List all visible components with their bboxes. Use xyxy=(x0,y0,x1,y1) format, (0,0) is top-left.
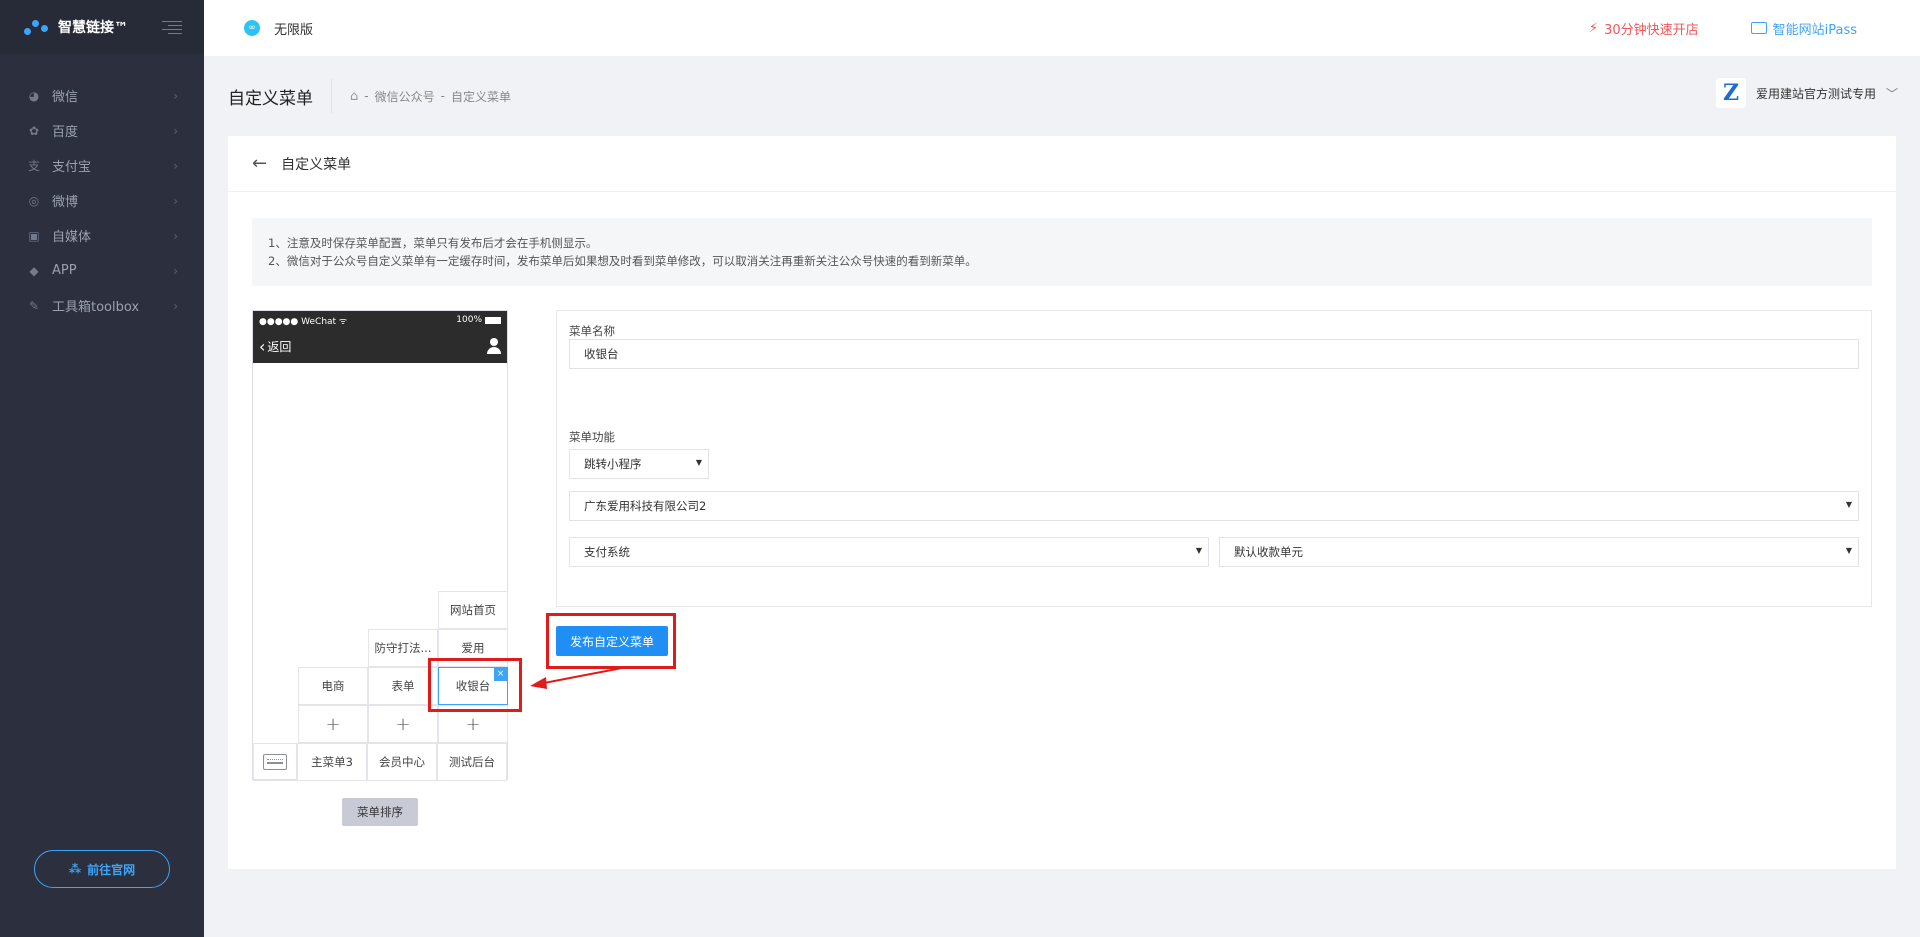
sidebar-item-media[interactable]: ▣ 自媒体 › xyxy=(0,218,204,253)
monitor-icon xyxy=(1750,22,1767,34)
goto-official-site-button[interactable]: ⁂ 前往官网 xyxy=(34,850,170,888)
ipass-link[interactable]: 智能网站iPass xyxy=(1750,19,1857,38)
menu-name-input[interactable]: 收银台 xyxy=(569,339,1859,369)
payment-unit-value: 默认收款单元 xyxy=(1234,545,1303,559)
chevron-right-icon: › xyxy=(173,193,178,208)
sidebar-item-label: 微信 xyxy=(52,90,79,105)
sidebar-item-wechat[interactable]: ◕ 微信 › xyxy=(0,78,204,113)
chevron-right-icon: › xyxy=(173,263,178,278)
menu-sort-button[interactable]: 菜单排序 xyxy=(342,798,418,826)
breadcrumb-item-current: 自定义菜单 xyxy=(450,89,511,104)
sidebar-item-label: 百度 xyxy=(52,125,79,140)
wrench-icon: ✎ xyxy=(28,298,40,313)
weibo-icon: ◎ xyxy=(28,193,40,208)
chevron-down-icon: ﹀ xyxy=(1885,86,1898,101)
sidebar-item-label: 自媒体 xyxy=(52,230,92,245)
alipay-icon: 支 xyxy=(27,159,40,173)
quick-open-label: 30分钟快速开店 xyxy=(1604,22,1699,38)
breadcrumb-item-wechat[interactable]: 微信公众号 xyxy=(375,88,435,105)
brand-name: 智慧链接™ xyxy=(58,20,128,36)
ipass-label: 智能网站iPass xyxy=(1772,22,1857,38)
sidebar-item-alipay[interactable]: 支 支付宝 › xyxy=(0,148,204,183)
paw-icon: ✿ xyxy=(28,123,40,138)
media-icon: ▣ xyxy=(28,228,40,243)
edition-label: 无限版 xyxy=(274,22,314,38)
sidebar-item-weibo[interactable]: ◎ 微博 › xyxy=(0,183,204,218)
keyboard-toggle[interactable] xyxy=(253,743,297,781)
system-select[interactable]: 支付系统 ▼ xyxy=(569,537,1209,567)
sidebar: 智慧链接™ ◕ 微信 › ✿ 百度 › 支 支付宝 › ◎ 微博 › ▣ 自媒体… xyxy=(0,0,204,937)
payment-unit-select[interactable]: 默认收款单元 ▼ xyxy=(1219,537,1859,567)
brand-small-icon: ⁂ xyxy=(68,862,82,876)
chevron-right-icon: › xyxy=(173,158,178,173)
dropdown-arrow-icon: ▼ xyxy=(1845,546,1852,555)
account-name: 爱用建站官方测试专用 xyxy=(1755,86,1876,101)
chevron-right-icon: › xyxy=(173,298,178,313)
android-icon: ◆ xyxy=(29,263,39,278)
dropdown-arrow-icon: ▼ xyxy=(1195,546,1202,555)
sidebar-item-label: APP xyxy=(52,263,77,278)
account-logo: Z xyxy=(1715,78,1746,108)
lightning-icon: ⚡ xyxy=(1588,20,1599,36)
page-header: 自定义菜单 ⌂ - 微信公众号 - 自定义菜单 Z 爱用建站官方测试专用 ﹀ xyxy=(204,56,1920,136)
dropdown-arrow-icon: ▼ xyxy=(695,458,702,467)
home-icon[interactable]: ⌂ xyxy=(350,89,358,104)
main-card: ← 自定义菜单 1、注意及时保存菜单配置，菜单只有发布后才会在手机侧显示。 2、… xyxy=(228,136,1896,869)
topbar: ∞ 无限版 ⚡ 30分钟快速开店 智能网站iPass xyxy=(204,0,1920,56)
annotation-arrow xyxy=(530,667,623,689)
goto-label: 前往官网 xyxy=(87,862,136,877)
chevron-right-icon: › xyxy=(173,123,178,138)
sidebar-item-toolbox[interactable]: ✎ 工具箱toolbox › xyxy=(0,288,204,323)
menu-toggle-icon[interactable] xyxy=(160,20,182,34)
sidebar-item-label: 微博 xyxy=(52,195,79,210)
main-menu-2[interactable]: 会员中心 xyxy=(367,743,437,781)
sidebar-item-baidu[interactable]: ✿ 百度 › xyxy=(0,113,204,148)
menu-form-panel: 菜单名称 收银台 菜单功能 跳转小程序 ▼ 广东爱用科技有限公司2 ▼ 支付系统… xyxy=(556,310,1872,607)
brand-logo-icon xyxy=(22,16,52,38)
wechat-icon: ◕ xyxy=(28,88,40,103)
sidebar-item-app[interactable]: ◆ APP › xyxy=(0,253,204,288)
infinity-icon: ∞ xyxy=(244,20,260,36)
main-menu-3[interactable]: 测试后台 xyxy=(437,743,507,781)
account-switcher[interactable]: Z 爱用建站官方测试专用 ﹀ xyxy=(1715,78,1898,108)
quick-open-link[interactable]: ⚡ 30分钟快速开店 xyxy=(1589,19,1699,38)
page-title: 自定义菜单 xyxy=(228,79,332,113)
dropdown-arrow-icon: ▼ xyxy=(1845,500,1852,509)
side-menu: ◕ 微信 › ✿ 百度 › 支 支付宝 › ◎ 微博 › ▣ 自媒体 › ◆ A… xyxy=(0,78,204,323)
breadcrumb: ⌂ - 微信公众号 - 自定义菜单 xyxy=(350,88,511,105)
sidebar-item-label: 工具箱toolbox xyxy=(52,300,140,315)
miniprogram-select[interactable]: 广东爱用科技有限公司2 ▼ xyxy=(569,491,1859,521)
sidebar-item-label: 支付宝 xyxy=(52,160,92,175)
chevron-right-icon: › xyxy=(173,228,178,243)
logo-bar: 智慧链接™ xyxy=(0,0,204,54)
keyboard-icon xyxy=(263,754,287,770)
main-menu-1[interactable]: 主菜单3 xyxy=(297,743,367,781)
chevron-right-icon: › xyxy=(173,88,178,103)
